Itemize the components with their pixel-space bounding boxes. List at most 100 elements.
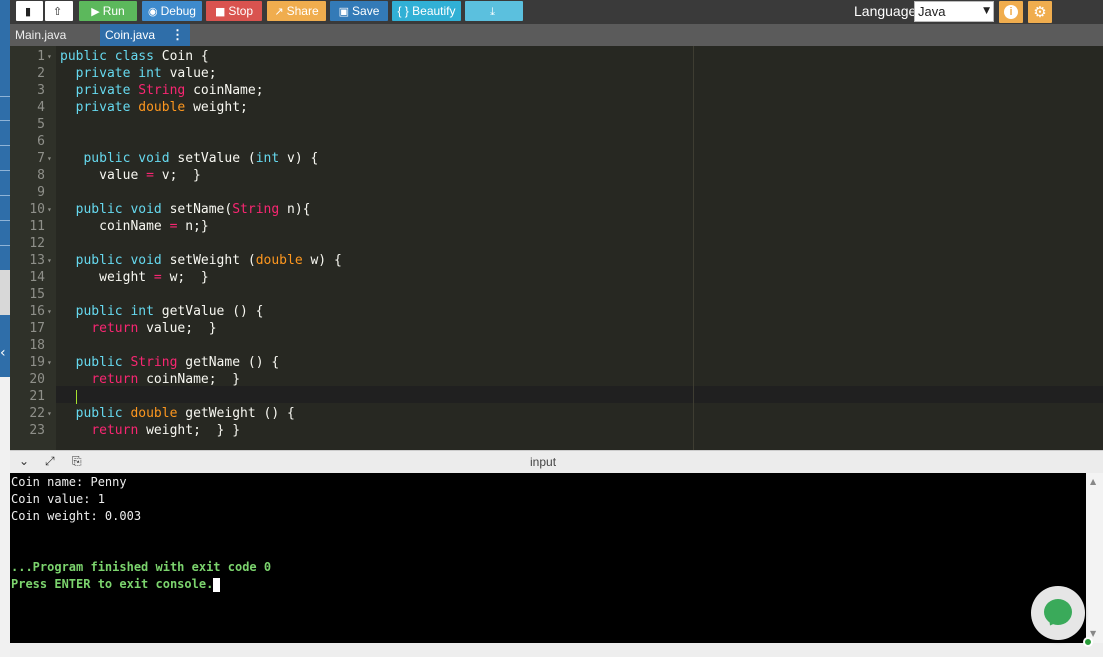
code-text: private double weight; <box>75 100 248 115</box>
code-line[interactable]: 20 return coinName; } <box>10 371 1103 388</box>
code-line[interactable]: 11 coinName = n;} <box>10 218 1103 235</box>
fold-arrow-icon[interactable]: ▾ <box>47 405 52 422</box>
upload-icon: ⇧ <box>52 5 63 18</box>
code-text: private String coinName; <box>75 83 264 98</box>
chat-button[interactable] <box>1031 586 1085 640</box>
console-title: input <box>530 455 557 469</box>
code-text: public class Coin { <box>60 49 209 64</box>
line-number: 4 <box>37 100 45 115</box>
gear-icon: ⚙ <box>1033 3 1047 21</box>
fold-arrow-icon[interactable]: ▾ <box>47 354 52 371</box>
code-line[interactable]: 5 <box>10 116 1103 133</box>
line-number: 13 <box>29 253 45 268</box>
info-button[interactable]: i <box>999 1 1023 23</box>
line-number: 21 <box>29 389 45 404</box>
online-status-dot <box>1083 637 1093 647</box>
code-line[interactable]: 10 ▾ public void setName(String n){ <box>10 201 1103 218</box>
scroll-up-icon[interactable]: ▲ <box>1090 477 1096 486</box>
fold-arrow-icon[interactable]: ▾ <box>47 252 52 269</box>
info-icon: i <box>1004 5 1018 19</box>
code-text: public void setWeight (double w) { <box>75 253 342 268</box>
play-icon: ▶ <box>91 5 100 18</box>
collapse-sidebar-icon[interactable]: ‹ <box>0 345 6 361</box>
upload-button[interactable]: ⇧ <box>45 1 73 21</box>
line-number: 6 <box>37 134 45 149</box>
line-number: 17 <box>29 321 45 336</box>
chevron-down-icon: ▼ <box>983 6 990 16</box>
code-line[interactable]: 22 ▾ public double getWeight () { <box>10 405 1103 422</box>
fold-arrow-icon[interactable]: ▾ <box>47 48 52 65</box>
stop-button[interactable]: ■ Stop <box>206 1 262 21</box>
tab-menu-icon[interactable]: ⋮ <box>171 24 184 46</box>
fold-arrow-icon[interactable]: ▾ <box>47 150 52 167</box>
share-button[interactable]: ↗ Share <box>267 1 326 21</box>
expand-icon[interactable]: ⤢ <box>45 454 55 469</box>
code-text: value = v; } <box>60 168 201 183</box>
debug-button[interactable]: ◉ Debug <box>142 1 202 21</box>
line-number: 8 <box>37 168 45 183</box>
code-text: private int value; <box>75 66 217 81</box>
code-line[interactable]: 23 return weight; } } <box>10 422 1103 439</box>
line-number: 11 <box>29 219 45 234</box>
code-line[interactable]: 4 private double weight; <box>10 99 1103 116</box>
line-number: 15 <box>29 287 45 302</box>
beautify-button[interactable]: { } Beautify <box>392 1 461 21</box>
language-select[interactable]: Java ▼ <box>914 1 994 22</box>
new-file-button[interactable]: ▮ <box>16 1 43 21</box>
console-line: Coin value: 1 <box>11 492 105 506</box>
fold-arrow-icon[interactable]: ▾ <box>47 201 52 218</box>
console-line: ...Program finished with exit code 0 <box>11 560 272 574</box>
line-number: 7 <box>37 151 45 166</box>
line-number: 12 <box>29 236 45 251</box>
code-line[interactable]: 15 <box>10 286 1103 303</box>
tab-coin-java[interactable]: Coin.java ⋮ <box>100 24 190 46</box>
console-output[interactable]: Coin name: Penny Coin value: 1 Coin weight… <box>10 473 1086 643</box>
code-editor[interactable]: 1 ▾ public class Coin {2 private int value… <box>10 46 1103 450</box>
code-line[interactable]: 14 weight = w; } <box>10 269 1103 286</box>
code-text <box>60 388 77 405</box>
line-number: 10 <box>29 202 45 217</box>
code-line[interactable]: 8 value = v; } <box>10 167 1103 184</box>
code-line[interactable]: 3 private String coinName; <box>10 82 1103 99</box>
code-line[interactable]: 21 <box>10 388 1103 405</box>
line-number: 14 <box>29 270 45 285</box>
terminal-cursor <box>213 577 221 592</box>
code-text: return value; } <box>91 321 217 336</box>
code-line[interactable]: 19 ▾ public String getName () { <box>10 354 1103 371</box>
console-line: Coin name: Penny <box>11 475 127 489</box>
line-number: 3 <box>37 83 45 98</box>
code-text: public void setValue (int v) { <box>83 151 319 166</box>
code-line[interactable]: 12 <box>10 235 1103 252</box>
left-sidebar-strip: ‹ <box>0 0 10 657</box>
code-line[interactable]: 13 ▾ public void setWeight (double w) { <box>10 252 1103 269</box>
code-line[interactable]: 17 return value; } <box>10 320 1103 337</box>
language-label: Language <box>854 3 917 19</box>
code-line[interactable]: 18 <box>10 337 1103 354</box>
code-text: coinName = n;} <box>60 219 209 234</box>
console-scrollbar[interactable]: ▲ ▼ <box>1086 473 1103 643</box>
scroll-down-icon[interactable]: ▼ <box>1090 629 1096 638</box>
line-number: 20 <box>29 372 45 387</box>
code-line[interactable]: 9 <box>10 184 1103 201</box>
download-button[interactable]: ⤓ <box>465 1 523 21</box>
code-text: public int getValue () { <box>75 304 264 319</box>
save-button[interactable]: ▣ Save <box>330 1 388 21</box>
code-line[interactable]: 16 ▾ public int getValue () { <box>10 303 1103 320</box>
chevron-down-icon[interactable]: ⌄ <box>19 454 29 468</box>
line-number: 2 <box>37 66 45 81</box>
code-line[interactable]: 1 ▾ public class Coin { <box>10 48 1103 65</box>
code-line[interactable]: 2 private int value; <box>10 65 1103 82</box>
line-number: 22 <box>29 406 45 421</box>
settings-button[interactable]: ⚙ <box>1028 1 1052 23</box>
fold-arrow-icon[interactable]: ▾ <box>47 303 52 320</box>
code-line[interactable]: 6 <box>10 133 1103 150</box>
code-text: public void setName(String n){ <box>75 202 311 217</box>
download-icon: ⤓ <box>490 5 495 18</box>
floppy-icon: ▣ <box>338 5 350 18</box>
run-button[interactable]: ▶ Run <box>79 1 137 21</box>
file-icon: ▮ <box>24 5 32 18</box>
copy-icon[interactable]: ⎘ <box>72 454 82 469</box>
code-line[interactable]: 7 ▾ public void setValue (int v) { <box>10 150 1103 167</box>
tab-main-java[interactable]: Main.java <box>10 24 100 46</box>
line-number: 18 <box>29 338 45 353</box>
